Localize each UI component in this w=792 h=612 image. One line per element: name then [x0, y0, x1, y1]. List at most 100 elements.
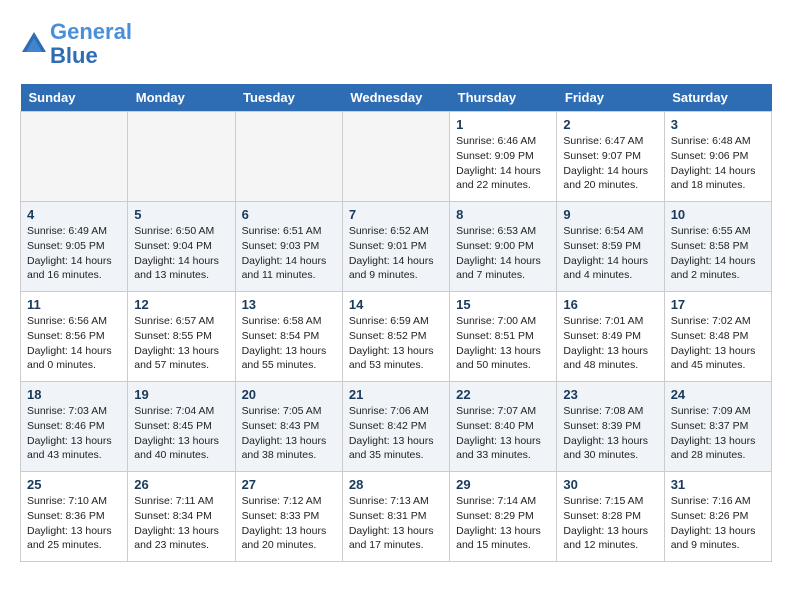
day-info: Sunrise: 6:55 AM Sunset: 8:58 PM Dayligh…	[671, 224, 765, 283]
day-number: 18	[27, 387, 121, 402]
day-info: Sunrise: 7:07 AM Sunset: 8:40 PM Dayligh…	[456, 404, 550, 463]
header-cell-sunday: Sunday	[21, 84, 128, 112]
day-number: 21	[349, 387, 443, 402]
header-cell-monday: Monday	[128, 84, 235, 112]
day-cell	[128, 112, 235, 202]
day-number: 7	[349, 207, 443, 222]
calendar-header: SundayMondayTuesdayWednesdayThursdayFrid…	[21, 84, 772, 112]
day-info: Sunrise: 6:53 AM Sunset: 9:00 PM Dayligh…	[456, 224, 550, 283]
day-number: 4	[27, 207, 121, 222]
day-cell: 31 Sunrise: 7:16 AM Sunset: 8:26 PM Dayli…	[664, 472, 771, 562]
day-cell: 22 Sunrise: 7:07 AM Sunset: 8:40 PM Dayli…	[450, 382, 557, 472]
day-number: 31	[671, 477, 765, 492]
day-number: 1	[456, 117, 550, 132]
day-number: 3	[671, 117, 765, 132]
day-info: Sunrise: 6:47 AM Sunset: 9:07 PM Dayligh…	[563, 134, 657, 193]
logo: General Blue	[20, 20, 132, 68]
day-info: Sunrise: 6:46 AM Sunset: 9:09 PM Dayligh…	[456, 134, 550, 193]
day-number: 26	[134, 477, 228, 492]
day-cell: 8 Sunrise: 6:53 AM Sunset: 9:00 PM Daylig…	[450, 202, 557, 292]
day-cell	[235, 112, 342, 202]
day-number: 2	[563, 117, 657, 132]
day-number: 20	[242, 387, 336, 402]
day-cell: 1 Sunrise: 6:46 AM Sunset: 9:09 PM Daylig…	[450, 112, 557, 202]
day-info: Sunrise: 7:11 AM Sunset: 8:34 PM Dayligh…	[134, 494, 228, 553]
day-cell: 25Sunrise: 7:10 AM Sunset: 8:36 PM Dayli…	[21, 472, 128, 562]
day-info: Sunrise: 7:09 AM Sunset: 8:37 PM Dayligh…	[671, 404, 765, 463]
day-cell: 16 Sunrise: 7:01 AM Sunset: 8:49 PM Dayli…	[557, 292, 664, 382]
day-cell	[342, 112, 449, 202]
day-number: 14	[349, 297, 443, 312]
day-number: 15	[456, 297, 550, 312]
day-number: 13	[242, 297, 336, 312]
day-cell: 23 Sunrise: 7:08 AM Sunset: 8:39 PM Dayli…	[557, 382, 664, 472]
day-cell: 19Sunrise: 7:04 AM Sunset: 8:45 PM Dayli…	[128, 382, 235, 472]
day-info: Sunrise: 7:15 AM Sunset: 8:28 PM Dayligh…	[563, 494, 657, 553]
day-cell: 9 Sunrise: 6:54 AM Sunset: 8:59 PM Daylig…	[557, 202, 664, 292]
day-info: Sunrise: 6:48 AM Sunset: 9:06 PM Dayligh…	[671, 134, 765, 193]
day-cell: 10Sunrise: 6:55 AM Sunset: 8:58 PM Dayli…	[664, 202, 771, 292]
day-number: 17	[671, 297, 765, 312]
day-info: Sunrise: 7:12 AM Sunset: 8:33 PM Dayligh…	[242, 494, 336, 553]
day-info: Sunrise: 7:00 AM Sunset: 8:51 PM Dayligh…	[456, 314, 550, 373]
day-cell: 11 Sunrise: 6:56 AM Sunset: 8:56 PM Dayli…	[21, 292, 128, 382]
header-cell-thursday: Thursday	[450, 84, 557, 112]
day-info: Sunrise: 7:03 AM Sunset: 8:46 PM Dayligh…	[27, 404, 121, 463]
day-cell: 30 Sunrise: 7:15 AM Sunset: 8:28 PM Dayli…	[557, 472, 664, 562]
day-info: Sunrise: 6:54 AM Sunset: 8:59 PM Dayligh…	[563, 224, 657, 283]
week-row-2: 4Sunrise: 6:49 AM Sunset: 9:05 PM Daylig…	[21, 202, 772, 292]
logo-text: General Blue	[50, 20, 132, 68]
day-info: Sunrise: 7:14 AM Sunset: 8:29 PM Dayligh…	[456, 494, 550, 553]
page-header: General Blue	[20, 20, 772, 68]
day-cell: 5Sunrise: 6:50 AM Sunset: 9:04 PM Daylig…	[128, 202, 235, 292]
day-number: 5	[134, 207, 228, 222]
day-info: Sunrise: 6:51 AM Sunset: 9:03 PM Dayligh…	[242, 224, 336, 283]
day-info: Sunrise: 7:02 AM Sunset: 8:48 PM Dayligh…	[671, 314, 765, 373]
day-cell: 12 Sunrise: 6:57 AM Sunset: 8:55 PM Dayli…	[128, 292, 235, 382]
day-number: 23	[563, 387, 657, 402]
calendar-table: SundayMondayTuesdayWednesdayThursdayFrid…	[20, 84, 772, 562]
day-cell: 7 Sunrise: 6:52 AM Sunset: 9:01 PM Daylig…	[342, 202, 449, 292]
day-number: 16	[563, 297, 657, 312]
day-number: 24	[671, 387, 765, 402]
day-info: Sunrise: 7:04 AM Sunset: 8:45 PM Dayligh…	[134, 404, 228, 463]
day-info: Sunrise: 7:01 AM Sunset: 8:49 PM Dayligh…	[563, 314, 657, 373]
header-cell-friday: Friday	[557, 84, 664, 112]
day-cell: 20 Sunrise: 7:05 AM Sunset: 8:43 PM Dayli…	[235, 382, 342, 472]
day-info: Sunrise: 7:13 AM Sunset: 8:31 PM Dayligh…	[349, 494, 443, 553]
day-cell	[21, 112, 128, 202]
day-cell: 17 Sunrise: 7:02 AM Sunset: 8:48 PM Dayli…	[664, 292, 771, 382]
day-number: 9	[563, 207, 657, 222]
day-info: Sunrise: 7:16 AM Sunset: 8:26 PM Dayligh…	[671, 494, 765, 553]
day-info: Sunrise: 6:56 AM Sunset: 8:56 PM Dayligh…	[27, 314, 121, 373]
day-info: Sunrise: 6:57 AM Sunset: 8:55 PM Dayligh…	[134, 314, 228, 373]
week-row-4: 18 Sunrise: 7:03 AM Sunset: 8:46 PM Dayli…	[21, 382, 772, 472]
day-number: 6	[242, 207, 336, 222]
logo-icon	[20, 30, 48, 58]
day-info: Sunrise: 6:59 AM Sunset: 8:52 PM Dayligh…	[349, 314, 443, 373]
day-number: 27	[242, 477, 336, 492]
day-number: 25	[27, 477, 121, 492]
day-cell: 27 Sunrise: 7:12 AM Sunset: 8:33 PM Dayli…	[235, 472, 342, 562]
day-cell: 13Sunrise: 6:58 AM Sunset: 8:54 PM Dayli…	[235, 292, 342, 382]
day-cell: 29 Sunrise: 7:14 AM Sunset: 8:29 PM Dayli…	[450, 472, 557, 562]
day-info: Sunrise: 7:08 AM Sunset: 8:39 PM Dayligh…	[563, 404, 657, 463]
day-number: 12	[134, 297, 228, 312]
header-cell-saturday: Saturday	[664, 84, 771, 112]
week-row-3: 11 Sunrise: 6:56 AM Sunset: 8:56 PM Dayli…	[21, 292, 772, 382]
day-number: 8	[456, 207, 550, 222]
calendar-body: 1 Sunrise: 6:46 AM Sunset: 9:09 PM Daylig…	[21, 112, 772, 562]
day-number: 30	[563, 477, 657, 492]
day-number: 29	[456, 477, 550, 492]
header-row: SundayMondayTuesdayWednesdayThursdayFrid…	[21, 84, 772, 112]
day-cell: 21 Sunrise: 7:06 AM Sunset: 8:42 PM Dayli…	[342, 382, 449, 472]
day-cell: 18 Sunrise: 7:03 AM Sunset: 8:46 PM Dayli…	[21, 382, 128, 472]
day-cell: 15 Sunrise: 7:00 AM Sunset: 8:51 PM Dayli…	[450, 292, 557, 382]
day-number: 11	[27, 297, 121, 312]
day-cell: 6 Sunrise: 6:51 AM Sunset: 9:03 PM Daylig…	[235, 202, 342, 292]
header-cell-wednesday: Wednesday	[342, 84, 449, 112]
day-info: Sunrise: 7:06 AM Sunset: 8:42 PM Dayligh…	[349, 404, 443, 463]
day-info: Sunrise: 7:05 AM Sunset: 8:43 PM Dayligh…	[242, 404, 336, 463]
day-info: Sunrise: 6:52 AM Sunset: 9:01 PM Dayligh…	[349, 224, 443, 283]
day-number: 22	[456, 387, 550, 402]
